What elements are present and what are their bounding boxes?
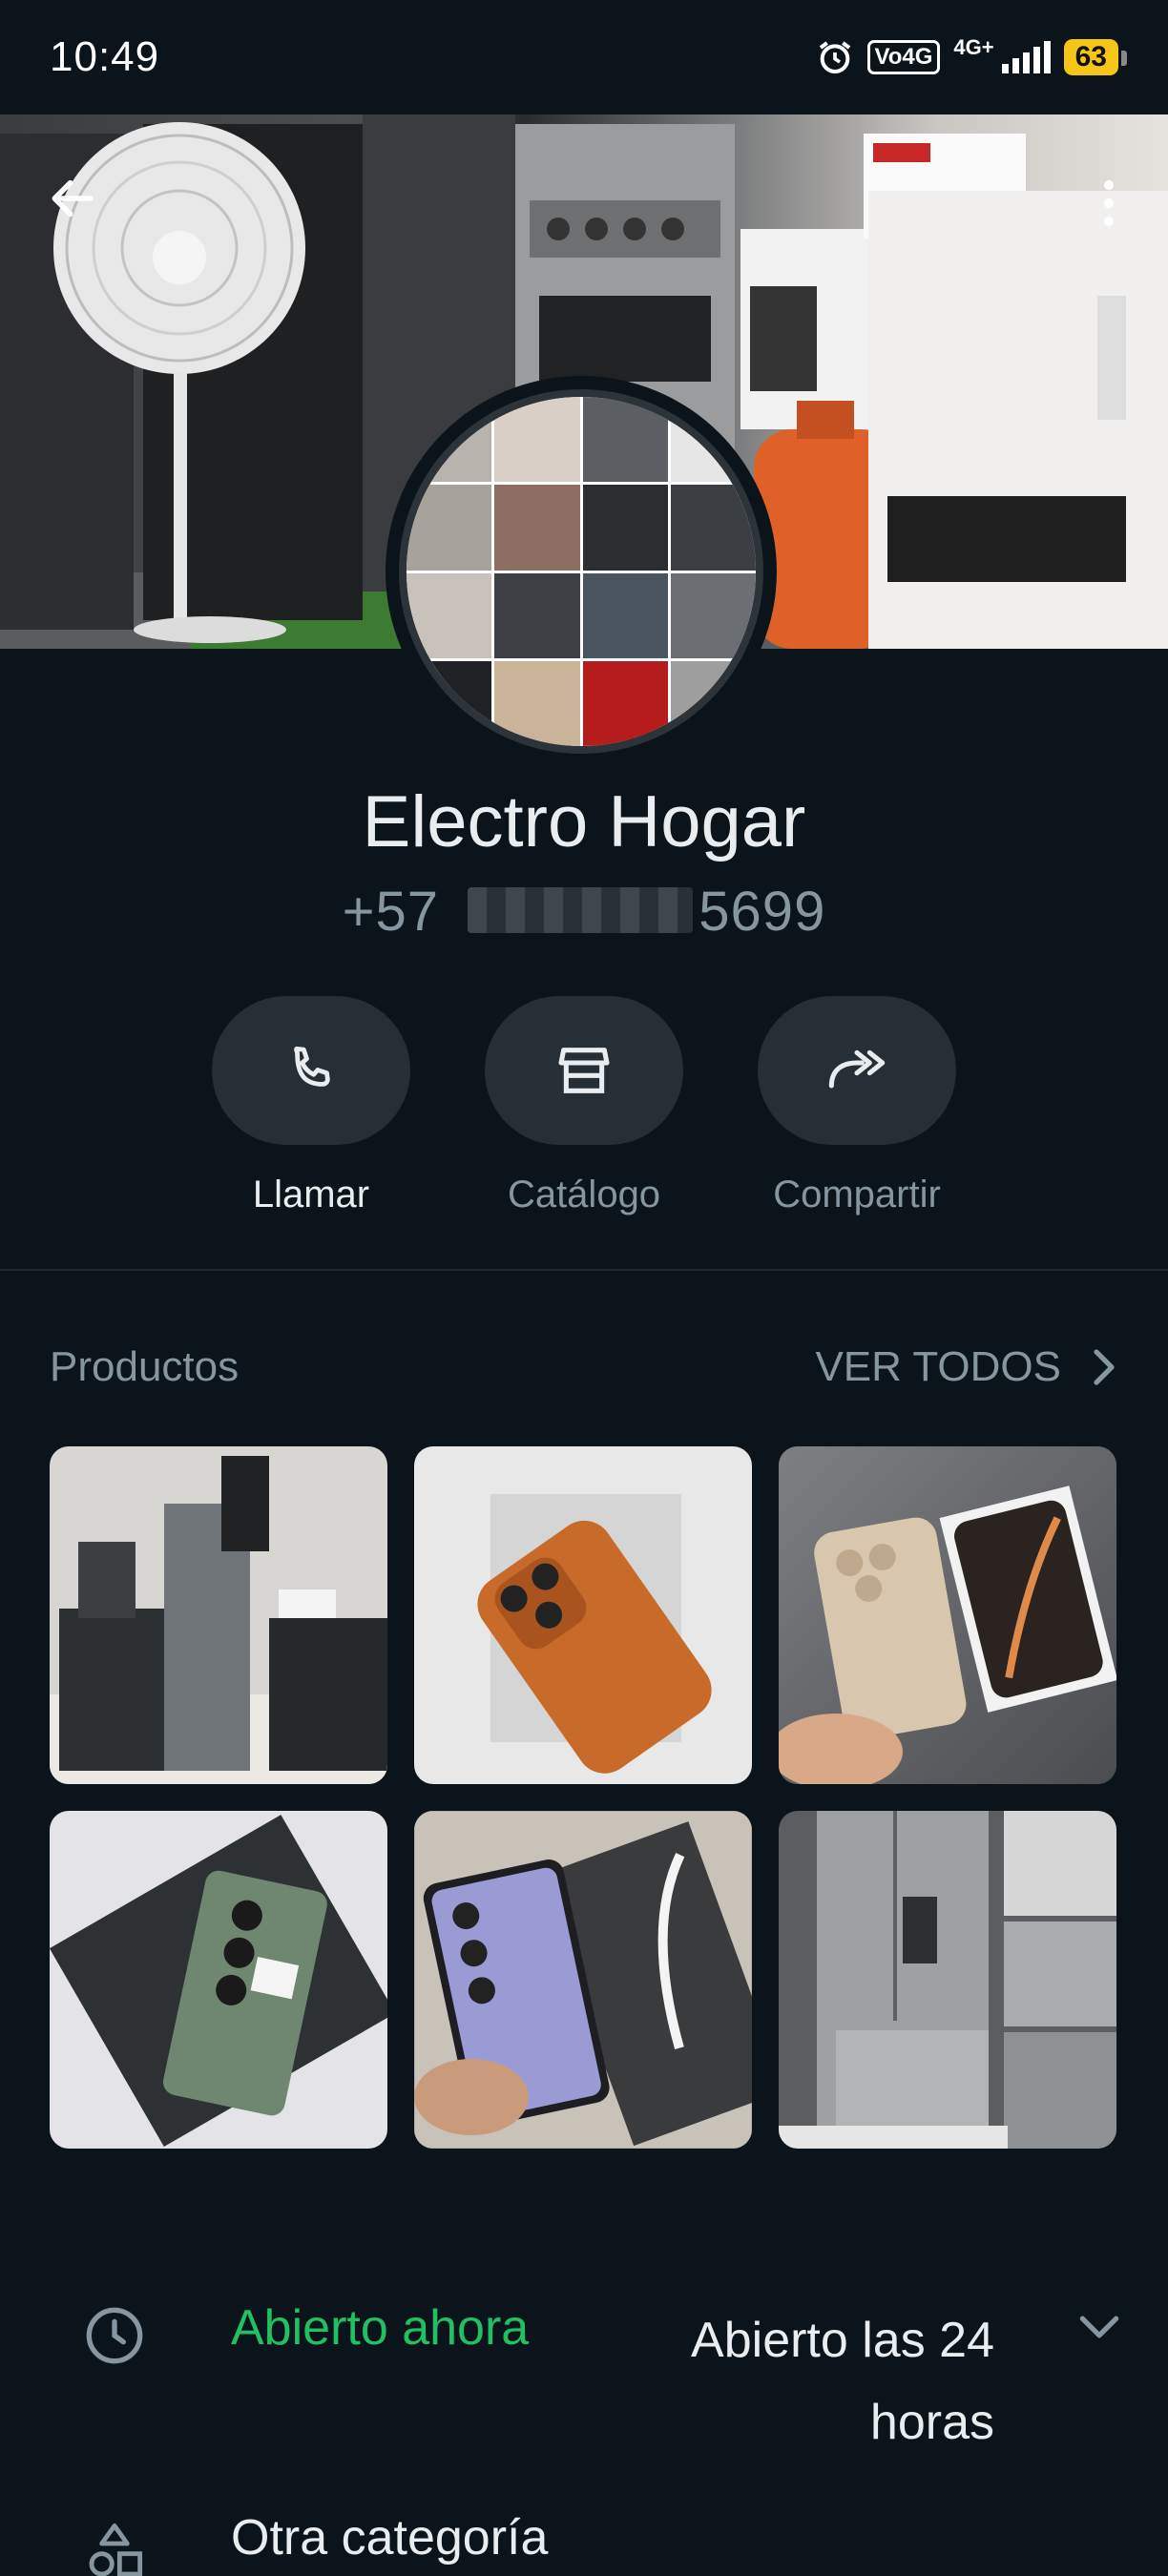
call-action[interactable]: Llamar: [212, 996, 410, 1216]
catalog-button[interactable]: [485, 996, 683, 1145]
share-action[interactable]: Compartir: [758, 996, 956, 1216]
network-type: 4G+: [953, 35, 994, 59]
status-icons: Vo4G 4G+ 63: [816, 35, 1128, 76]
category-label: Otra categoría: [231, 2510, 549, 2566]
view-all-label: VER TODOS: [815, 1343, 1061, 1390]
signal-icon: [1001, 41, 1051, 73]
product-thumbnail[interactable]: [414, 1446, 752, 1784]
phone-suffix: 5699: [699, 881, 826, 943]
action-buttons: Llamar Catálogo Compartir: [0, 996, 1168, 1216]
chevron-down-icon[interactable]: [1078, 2313, 1120, 2341]
view-all-button[interactable]: VER TODOS: [815, 1343, 1118, 1391]
business-hours-row[interactable]: Abierto ahora Abierto las 24 horas: [0, 2286, 1168, 2458]
store-icon: [558, 1048, 610, 1093]
status-time: 10:49: [50, 33, 160, 80]
arrow-left-icon: [52, 179, 94, 218]
products-title: Productos: [50, 1343, 240, 1390]
volte-badge: Vo4G: [866, 40, 941, 74]
category-shapes-icon: [89, 2523, 143, 2576]
profile-avatar[interactable]: [386, 376, 777, 767]
phone-blur: [468, 887, 693, 933]
product-thumbnail[interactable]: [779, 1811, 1116, 2149]
dot: [1104, 180, 1114, 190]
phone-prefix: +57: [342, 881, 440, 943]
share-icon: [828, 1049, 886, 1089]
profile-name: Electro Hogar: [362, 781, 806, 862]
clock-icon: [86, 2307, 143, 2364]
product-grid: [50, 1446, 1118, 2149]
products-header: Productos VER TODOS: [50, 1343, 1118, 1391]
more-options-button[interactable]: [1088, 170, 1130, 237]
dot: [1104, 198, 1114, 208]
share-label: Compartir: [773, 1174, 941, 1215]
avatar-collage: [399, 389, 763, 754]
call-button[interactable]: [212, 996, 410, 1145]
category-row: Otra categoría: [0, 2509, 1168, 2576]
dot: [1104, 217, 1114, 226]
chevron-right-icon: [1094, 1349, 1115, 1385]
alarm-icon: [819, 41, 850, 73]
phone-icon: [294, 1046, 330, 1087]
battery-icon: 63: [1063, 39, 1128, 75]
product-thumbnail[interactable]: [414, 1811, 752, 2149]
product-thumbnail[interactable]: [779, 1446, 1116, 1784]
divider: [0, 1269, 1168, 1271]
product-thumbnail[interactable]: [50, 1811, 387, 2149]
back-button[interactable]: [46, 172, 107, 233]
call-label: Llamar: [252, 1174, 370, 1215]
share-button[interactable]: [758, 996, 956, 1145]
hours-schedule: Abierto las 24 horas: [691, 2313, 994, 2450]
catalog-label: Catálogo: [507, 1174, 661, 1215]
product-thumbnail[interactable]: [50, 1446, 387, 1784]
catalog-action[interactable]: Catálogo: [485, 996, 683, 1216]
open-status: Abierto ahora: [231, 2300, 530, 2356]
status-bar: 10:49 Vo4G 4G+ 63: [0, 0, 1168, 114]
